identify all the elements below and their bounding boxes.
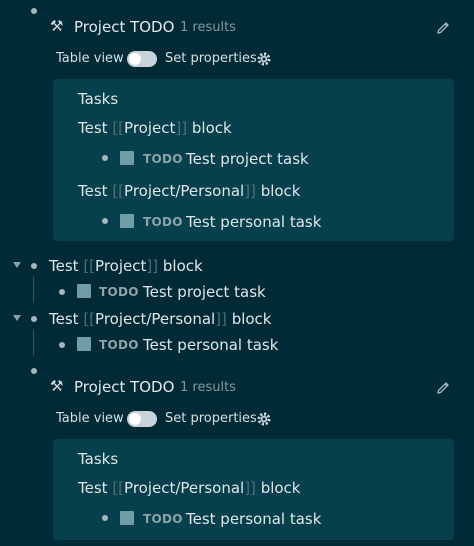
block-prefix: Test bbox=[78, 119, 108, 137]
block-row[interactable]: Test [[Project/Personal]] block bbox=[78, 182, 301, 200]
block-prefix: Test bbox=[78, 479, 108, 497]
page-ref[interactable]: Project/Personal bbox=[124, 182, 244, 200]
toggle-knob bbox=[129, 413, 141, 425]
block-row[interactable]: Test [[Project/Personal]] block bbox=[78, 479, 301, 497]
block-row[interactable]: Test [[Project]] block bbox=[78, 119, 232, 137]
set-properties-label[interactable]: Set properties bbox=[165, 51, 257, 66]
block-prefix: Test bbox=[78, 182, 108, 200]
block-prefix: Test bbox=[49, 257, 79, 275]
block-suffix: block bbox=[191, 119, 232, 137]
pencil-icon[interactable] bbox=[435, 380, 451, 396]
set-properties-label[interactable]: Set properties bbox=[165, 411, 257, 426]
bracket-close: ]] bbox=[146, 257, 159, 275]
results-count: 1 results bbox=[180, 380, 236, 395]
hammer-icon: ⚒ bbox=[50, 17, 64, 35]
task-text[interactable]: Test project task bbox=[143, 283, 266, 301]
bullet[interactable] bbox=[59, 289, 65, 295]
bracket-close: ]] bbox=[244, 479, 256, 497]
block-row[interactable]: Test [[Project]] block bbox=[49, 257, 203, 275]
panel-heading: Tasks bbox=[78, 450, 119, 468]
bullet[interactable] bbox=[31, 316, 37, 322]
hammer-icon: ⚒ bbox=[50, 377, 64, 395]
bracket-open: [[ bbox=[83, 310, 96, 328]
task-text[interactable]: Test personal task bbox=[143, 336, 278, 354]
caret-down-icon[interactable] bbox=[13, 315, 21, 321]
table-view-label: Table view bbox=[56, 411, 124, 426]
gear-icon[interactable] bbox=[256, 51, 272, 67]
task-checkbox[interactable] bbox=[77, 284, 91, 298]
gear-icon[interactable] bbox=[256, 411, 272, 427]
pencil-icon[interactable] bbox=[435, 20, 451, 36]
query-results-panel: Tasks Test [[Project/Personal]] block TO… bbox=[53, 439, 454, 540]
bullet[interactable] bbox=[59, 342, 65, 348]
table-view-label: Table view bbox=[56, 51, 124, 66]
page-ref[interactable]: Project/Personal bbox=[95, 310, 215, 328]
todo-marker[interactable]: TODO bbox=[143, 152, 183, 166]
query-title[interactable]: Project TODO bbox=[74, 378, 174, 396]
bullet[interactable] bbox=[31, 8, 37, 14]
results-count: 1 results bbox=[180, 20, 236, 35]
bracket-close: ]] bbox=[175, 119, 188, 137]
children-guide bbox=[33, 329, 34, 356]
bullet[interactable] bbox=[31, 368, 37, 374]
todo-marker[interactable]: TODO bbox=[99, 338, 139, 352]
block-suffix: block bbox=[231, 310, 272, 328]
page-ref[interactable]: Project/Personal bbox=[124, 479, 244, 497]
task-text[interactable]: Test personal task bbox=[186, 510, 321, 528]
bracket-close: ]] bbox=[215, 310, 227, 328]
task-checkbox[interactable] bbox=[77, 337, 91, 351]
bullet[interactable] bbox=[31, 263, 37, 269]
table-view-toggle[interactable] bbox=[127, 411, 157, 427]
block-suffix: block bbox=[162, 257, 203, 275]
bracket-open: [[ bbox=[112, 119, 125, 137]
panel-heading: Tasks bbox=[78, 90, 119, 108]
block-suffix: block bbox=[260, 182, 301, 200]
table-view-toggle[interactable] bbox=[127, 51, 157, 67]
toggle-knob bbox=[129, 53, 141, 65]
task-text[interactable]: Test project task bbox=[186, 150, 309, 168]
caret-down-icon[interactable] bbox=[13, 262, 21, 268]
query-title[interactable]: Project TODO bbox=[74, 18, 174, 36]
block-row[interactable]: Test [[Project/Personal]] block bbox=[49, 310, 272, 328]
todo-marker[interactable]: TODO bbox=[143, 512, 183, 526]
children-guide bbox=[33, 276, 34, 303]
bracket-open: [[ bbox=[83, 257, 96, 275]
block-suffix: block bbox=[260, 479, 301, 497]
bracket-open: [[ bbox=[112, 182, 125, 200]
task-text[interactable]: Test personal task bbox=[186, 213, 321, 231]
task-checkbox[interactable] bbox=[120, 151, 134, 165]
bullet[interactable] bbox=[102, 218, 108, 224]
bracket-close: ]] bbox=[244, 182, 256, 200]
query-results-panel: Tasks Test [[Project]] block TODO Test p… bbox=[53, 79, 454, 241]
page-ref[interactable]: Project bbox=[124, 119, 175, 137]
todo-marker[interactable]: TODO bbox=[143, 215, 183, 229]
todo-marker[interactable]: TODO bbox=[99, 285, 139, 299]
bullet[interactable] bbox=[102, 155, 108, 161]
task-checkbox[interactable] bbox=[120, 511, 134, 525]
bracket-open: [[ bbox=[112, 479, 125, 497]
task-checkbox[interactable] bbox=[120, 214, 134, 228]
bullet[interactable] bbox=[102, 515, 108, 521]
page-ref[interactable]: Project bbox=[95, 257, 146, 275]
block-prefix: Test bbox=[49, 310, 79, 328]
